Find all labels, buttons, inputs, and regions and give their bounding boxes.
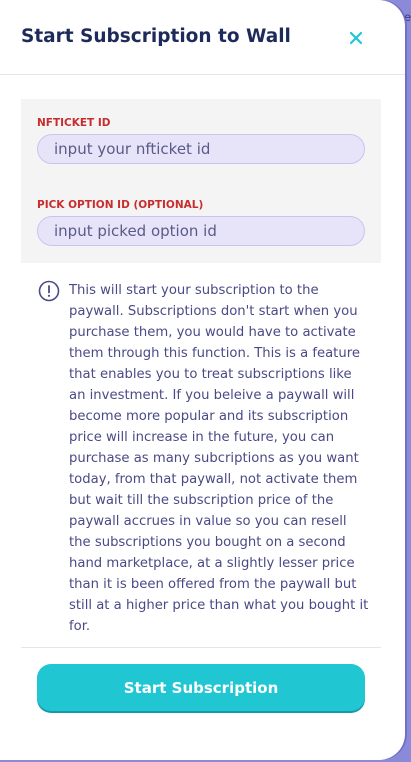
modal-title: Start Subscription to Wall (21, 26, 291, 47)
footer-divider (21, 647, 381, 648)
nfticket-id-input[interactable] (37, 134, 365, 164)
backdrop-edge-text: e (404, 10, 411, 24)
pick-option-id-input[interactable] (37, 216, 365, 246)
start-subscription-button[interactable]: Start Subscription (37, 664, 365, 711)
start-subscription-modal: Start Subscription to Wall NFTICKET ID P… (0, 0, 405, 760)
close-icon[interactable] (346, 28, 366, 48)
info-text: This will start your subscription to the… (69, 283, 369, 634)
exclamation-circle-icon (38, 280, 60, 302)
form-box: NFTICKET ID PICK OPTION ID (OPTIONAL) (21, 99, 381, 263)
pick-option-id-label: PICK OPTION ID (OPTIONAL) (37, 199, 204, 211)
modal-header: Start Subscription to Wall (0, 0, 405, 75)
nfticket-id-label: NFTICKET ID (37, 117, 111, 129)
